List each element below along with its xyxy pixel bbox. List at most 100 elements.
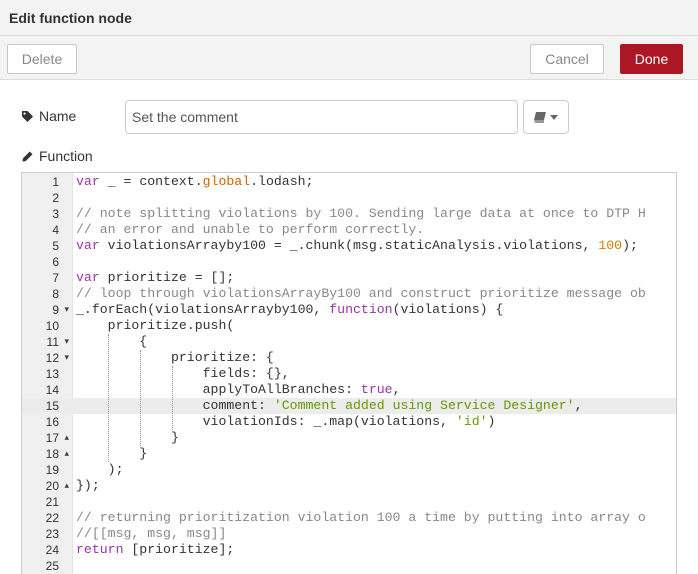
function-label-row: Function	[22, 148, 93, 164]
name-label-row: Name	[22, 108, 76, 124]
line-number-cell: 2	[22, 190, 72, 206]
line-number: 12	[45, 351, 59, 365]
line-number-cell: 5	[22, 238, 72, 254]
code-text: var prioritize = [];	[76, 270, 235, 285]
code-line[interactable]: 10 prioritize.push(	[22, 318, 676, 334]
caret-down-icon	[550, 114, 558, 120]
code-text: prioritize.push(	[76, 318, 235, 333]
delete-button[interactable]: Delete	[7, 44, 77, 74]
code-line[interactable]: 18 ▴ }	[22, 446, 676, 462]
line-number-cell: 1	[22, 174, 72, 190]
code-text: // note splitting violations by 100. Sen…	[76, 206, 646, 221]
line-number-cell: 25	[22, 558, 72, 574]
fold-expanded-icon[interactable]: ▾	[64, 302, 69, 318]
line-number-cell: 10	[22, 318, 72, 334]
line-number: 17	[45, 431, 59, 445]
line-number-cell: 14	[22, 382, 72, 398]
code-line[interactable]: 22 // returning prioritization violation …	[22, 510, 676, 526]
code-line[interactable]: 1 var _ = context.global.lodash;	[22, 174, 676, 190]
line-number-cell: 21	[22, 494, 72, 510]
fold-collapsed-icon[interactable]: ▴	[64, 446, 69, 462]
code-text: {	[76, 334, 148, 349]
line-number: 4	[52, 223, 59, 237]
code-line[interactable]: 16 violationIds: _.map(violations, 'id')	[22, 414, 676, 430]
code-line[interactable]: 12 ▾ prioritize: {	[22, 350, 676, 366]
code-text: var _ = context.global.lodash;	[76, 174, 314, 189]
code-line[interactable]: 7 var prioritize = [];	[22, 270, 676, 286]
code-line[interactable]: 15 comment: 'Comment added using Service…	[22, 398, 676, 414]
code-line[interactable]: 19 );	[22, 462, 676, 478]
line-number-cell: 9 ▾	[22, 302, 72, 318]
code-text: });	[76, 478, 100, 493]
code-text: //[[msg, msg, msg]]	[76, 526, 227, 541]
code-text: applyToAllBranches: true,	[76, 382, 401, 397]
line-number: 24	[45, 543, 59, 557]
pencil-icon	[22, 150, 33, 162]
function-label: Function	[39, 148, 93, 164]
code-line[interactable]: 3 // note splitting violations by 100. Se…	[22, 206, 676, 222]
line-number-cell: 22	[22, 510, 72, 526]
tag-icon	[22, 110, 33, 122]
line-number: 25	[45, 559, 59, 573]
code-line[interactable]: 23 //[[msg, msg, msg]]	[22, 526, 676, 542]
line-number: 15	[45, 399, 59, 413]
line-number: 2	[52, 191, 59, 205]
line-number-cell: 15	[22, 398, 72, 414]
code-line[interactable]: 2	[22, 190, 676, 206]
code-line[interactable]: 4 // an error and unable to perform corre…	[22, 222, 676, 238]
code-text: }	[76, 446, 148, 461]
name-input[interactable]	[125, 100, 518, 134]
code-line[interactable]: 8 // loop through violationsArrayBy100 an…	[22, 286, 676, 302]
indent-guide	[140, 350, 141, 446]
code-line[interactable]: 5 var violationsArrayby100 = _.chunk(msg.…	[22, 238, 676, 254]
code-line[interactable]: 9 ▾ _.forEach(violationsArrayby100, functi…	[22, 302, 676, 318]
code-line[interactable]: 14 applyToAllBranches: true,	[22, 382, 676, 398]
node-icon-button[interactable]	[523, 100, 569, 134]
line-number: 8	[52, 287, 59, 301]
code-line[interactable]: 24 return [prioritize];	[22, 542, 676, 558]
line-number: 9	[52, 303, 59, 317]
indent-guide	[108, 334, 109, 462]
line-number: 14	[45, 383, 59, 397]
code-text: violationIds: _.map(violations, 'id')	[76, 414, 496, 429]
cancel-button[interactable]: Cancel	[530, 44, 604, 74]
line-number-cell: 8	[22, 286, 72, 302]
done-button[interactable]: Done	[620, 44, 683, 74]
code-line[interactable]: 25	[22, 558, 676, 574]
code-editor[interactable]: 1 var _ = context.global.lodash; 2 3// note…	[21, 172, 677, 574]
dialog-title: Edit function node	[9, 10, 132, 26]
line-number-cell: 16	[22, 414, 72, 430]
dialog-titlebar: Edit function node	[0, 0, 698, 36]
code-line[interactable]: 20 ▴});	[22, 478, 676, 494]
line-number: 16	[45, 415, 59, 429]
dialog-button-bar: Delete Cancel Done	[0, 36, 698, 80]
line-number: 18	[45, 447, 59, 461]
code-line[interactable]: 21	[22, 494, 676, 510]
code-text: }	[76, 430, 179, 445]
code-text: prioritize: {	[76, 350, 274, 365]
line-number-cell: 3	[22, 206, 72, 222]
fold-expanded-icon[interactable]: ▾	[64, 350, 69, 366]
fold-collapsed-icon[interactable]: ▴	[64, 430, 69, 446]
code-text: var violationsArrayby100 = _.chunk(msg.s…	[76, 238, 638, 253]
code-line[interactable]: 6	[22, 254, 676, 270]
line-number: 7	[52, 271, 59, 285]
code-text: );	[76, 462, 124, 477]
line-number-cell: 19	[22, 462, 72, 478]
line-number-cell: 18 ▴	[22, 446, 72, 462]
line-number-cell: 17 ▴	[22, 430, 72, 446]
code-line[interactable]: 13 fields: {},	[22, 366, 676, 382]
line-number: 22	[45, 511, 59, 525]
line-number: 3	[52, 207, 59, 221]
code-line[interactable]: 17 ▴ }	[22, 430, 676, 446]
code-line[interactable]: 11 ▾ {	[22, 334, 676, 350]
line-number: 20	[45, 479, 59, 493]
code-text: // returning prioritization violation 10…	[76, 510, 646, 525]
code-text: // loop through violationsArrayBy100 and…	[76, 286, 646, 301]
fold-collapsed-icon[interactable]: ▴	[64, 478, 69, 494]
line-number: 23	[45, 527, 59, 541]
line-number: 10	[45, 319, 59, 333]
fold-expanded-icon[interactable]: ▾	[64, 334, 69, 350]
line-number-cell: 23	[22, 526, 72, 542]
line-number-cell: 13	[22, 366, 72, 382]
